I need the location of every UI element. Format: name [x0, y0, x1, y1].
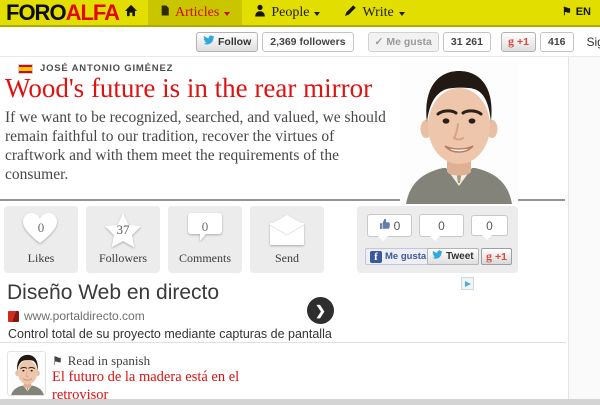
- send-label: Send: [250, 251, 324, 266]
- nav-write-label: Write: [362, 5, 393, 21]
- facebook-f-icon: f: [370, 251, 382, 263]
- right-margin-panel: [568, 57, 600, 399]
- read-in-spanish-label: Read in spanish: [68, 353, 150, 369]
- language-label: EN: [576, 6, 591, 18]
- plusone-count-value: 0: [486, 219, 493, 233]
- social-share-strip: Follow 2,369 followers ✓ Me gusta 31 261…: [0, 27, 600, 57]
- twitter-bird-icon: [432, 250, 443, 263]
- nav-write[interactable]: Write: [332, 0, 416, 25]
- adchoices-icon[interactable]: [461, 277, 474, 290]
- ad-favicon-icon: [8, 311, 19, 322]
- author-avatar[interactable]: [7, 351, 46, 396]
- tweet-count: 0: [419, 214, 464, 237]
- language-switcher[interactable]: ⚑ EN: [562, 6, 591, 18]
- home-icon: [124, 4, 138, 22]
- gplus-plusone-button[interactable]: g +1: [481, 248, 512, 265]
- google-plus-follow-link[interactable]: Siguenos en Google+: [587, 35, 600, 49]
- article-title: Wood's future is in the rear mirror: [5, 74, 405, 104]
- ad-arrow-button[interactable]: ❯: [307, 297, 334, 324]
- site-logo[interactable]: FOROALFA: [6, 1, 119, 25]
- thumb-up-icon: [379, 218, 391, 233]
- ad-url-row[interactable]: www.portaldirecto.com: [8, 309, 145, 323]
- twitter-follow-label: Follow: [218, 36, 251, 48]
- facebook-like-label: Me gusta: [386, 36, 432, 48]
- check-icon: ✓: [375, 36, 384, 48]
- likes-count: 0: [22, 220, 60, 236]
- google-g-icon: g: [486, 249, 492, 264]
- tweet-label: Tweet: [446, 251, 474, 262]
- facebook-megusta-label: Me gusta: [385, 251, 426, 262]
- nav-articles[interactable]: Articles: [148, 0, 242, 25]
- comments-card[interactable]: 0 Comments: [168, 206, 242, 273]
- top-nav-bar: FOROALFA Articles People: [0, 0, 600, 27]
- followers-label: Followers: [86, 251, 160, 266]
- followers-card[interactable]: 37 Followers: [86, 206, 160, 273]
- ad-headline[interactable]: Diseño Web en directo: [7, 281, 219, 305]
- plusone-count: 0: [471, 215, 508, 236]
- facebook-share-count-value: 0: [394, 219, 401, 233]
- flag-icon: ⚑: [562, 7, 572, 18]
- person-icon: [254, 4, 266, 22]
- nav-people[interactable]: People: [242, 0, 332, 25]
- pencil-icon: [344, 4, 357, 22]
- tweet-count-value: 0: [438, 219, 445, 233]
- send-card[interactable]: Send: [250, 206, 324, 273]
- chevron-down-icon: [314, 12, 320, 16]
- share-widgets-card: 0 0 0 f Me gusta Tweet g +1: [357, 206, 518, 273]
- plusone-label: +1: [495, 251, 507, 263]
- chevron-down-icon: [399, 12, 405, 16]
- google-g-icon: g: [508, 34, 514, 49]
- nav-people-label: People: [271, 5, 309, 21]
- foroalfa-article-page: FOROALFA Articles People: [0, 0, 600, 405]
- main-navigation: Articles People Write: [114, 0, 417, 25]
- followers-count: 37: [104, 222, 142, 238]
- logo-foro: FORO: [6, 0, 66, 25]
- star-icon: 37: [104, 212, 142, 248]
- facebook-share-count: 0: [367, 214, 412, 237]
- likes-label: Likes: [4, 251, 78, 266]
- twitter-bird-icon: [203, 35, 215, 49]
- article-summary: If we want to be recognized, searched, a…: [5, 109, 398, 185]
- twitter-follower-count[interactable]: 2,369 followers: [262, 32, 353, 52]
- nav-articles-label: Articles: [175, 5, 219, 21]
- ad-description: Control total de su proyecto mediante ca…: [8, 327, 332, 341]
- envelope-icon: [268, 212, 306, 248]
- likes-card[interactable]: 0 Likes: [4, 206, 78, 273]
- plusone-label: +1: [517, 36, 529, 48]
- comments-count: 0: [186, 219, 224, 235]
- spain-flag-icon: [18, 64, 33, 74]
- heart-icon: 0: [22, 212, 60, 248]
- read-in-spanish-row: ⚑ Read in spanish: [52, 353, 150, 369]
- ad-divider: [0, 342, 566, 343]
- google-plusone-button[interactable]: g +1: [501, 32, 536, 52]
- facebook-like-count[interactable]: 31 261: [443, 32, 491, 52]
- document-icon: [160, 4, 170, 22]
- chevron-right-icon: ❯: [315, 303, 326, 319]
- speech-bubble-icon: 0: [186, 212, 224, 248]
- author-photo: [400, 62, 518, 204]
- facebook-megusta-button[interactable]: f Me gusta: [365, 248, 431, 265]
- flag-icon: ⚑: [52, 354, 63, 369]
- logo-alfa: ALFA: [66, 0, 119, 25]
- comments-label: Comments: [168, 251, 242, 266]
- nav-home[interactable]: [114, 0, 148, 25]
- page-bottom-edge: [0, 399, 600, 405]
- google-plusone-count[interactable]: 416: [540, 32, 574, 52]
- facebook-like-button[interactable]: ✓ Me gusta: [368, 32, 439, 52]
- ad-url: www.portaldirecto.com: [24, 309, 145, 323]
- twitter-follow-button[interactable]: Follow: [196, 32, 258, 52]
- chevron-down-icon: [224, 12, 230, 16]
- tweet-button[interactable]: Tweet: [427, 248, 479, 265]
